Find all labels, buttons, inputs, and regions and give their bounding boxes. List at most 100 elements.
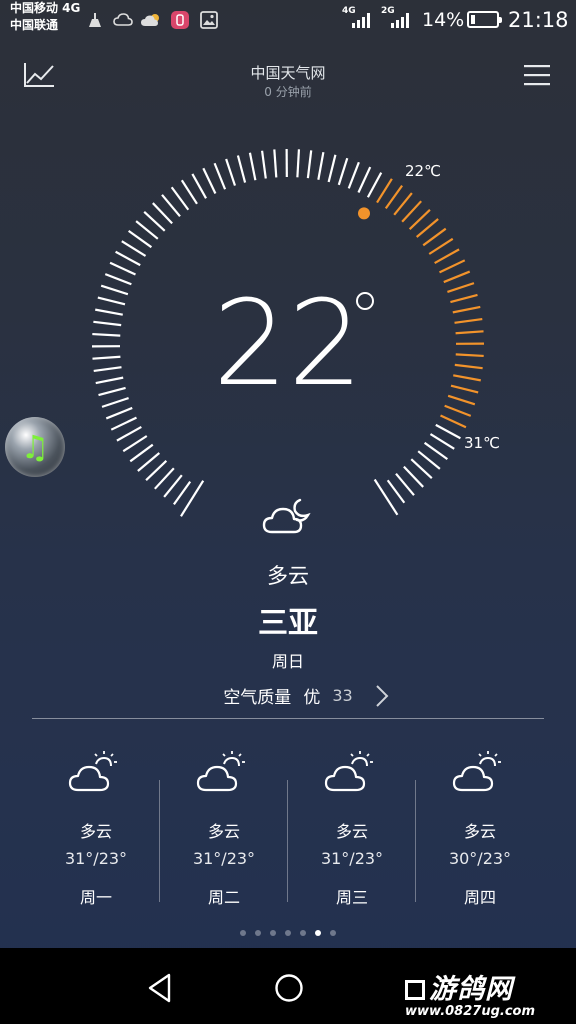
cloud-sun-icon xyxy=(196,751,245,792)
dial-tick xyxy=(180,179,198,205)
divider xyxy=(32,718,544,719)
back-button[interactable] xyxy=(138,966,182,1010)
dial-tick xyxy=(93,320,122,327)
dial-tick-range xyxy=(401,200,422,223)
hamburger-menu-icon[interactable] xyxy=(522,62,552,88)
forecast-day: 周一 xyxy=(79,888,112,907)
dial-tick xyxy=(273,149,278,178)
forecast-day-3[interactable]: 多云 31°/23° 周三 xyxy=(288,750,416,908)
dial-tick xyxy=(225,158,237,186)
cloud-sun-icon xyxy=(324,751,373,792)
forecast-condition: 多云 xyxy=(335,822,368,841)
dial-tick xyxy=(109,261,136,276)
trend-chart-icon[interactable] xyxy=(22,60,56,90)
forecast-day-2[interactable]: 多云 31°/23° 周二 xyxy=(160,750,288,908)
degree-symbol-icon xyxy=(356,292,374,310)
page-dot[interactable] xyxy=(240,930,246,936)
dial-tick xyxy=(423,441,449,460)
forecast-temps: 31°/23° xyxy=(320,849,384,868)
dial-tick-range xyxy=(447,394,476,406)
page-dot[interactable] xyxy=(270,930,276,936)
dial-tick xyxy=(191,173,207,199)
dial-tick xyxy=(95,308,123,316)
page-dot[interactable] xyxy=(300,930,306,936)
dial-tick xyxy=(180,480,205,517)
dial-tick-range xyxy=(376,178,393,204)
dial-tick-range xyxy=(428,237,454,255)
dial-tick xyxy=(127,230,153,249)
cloud-moon-icon xyxy=(260,494,320,538)
dial-tick xyxy=(122,435,148,453)
chevron-right-icon[interactable] xyxy=(372,682,392,710)
dial-tick xyxy=(213,162,227,190)
carrier-primary: 中国移动 4G xyxy=(10,1,81,15)
screenshot-icon xyxy=(198,9,220,31)
aqi-level: 优 xyxy=(303,688,321,708)
aqi-label: 空气质量 xyxy=(223,688,292,708)
dial-tick xyxy=(417,450,441,470)
status-clock: 21:18 xyxy=(508,8,569,32)
dial-tick xyxy=(373,478,399,516)
forecast-day-1[interactable]: 多云 31°/23° 周一 xyxy=(32,750,160,908)
home-button[interactable] xyxy=(267,966,311,1010)
dial-tick xyxy=(296,149,301,178)
update-time: 0 分钟前 xyxy=(264,85,312,99)
dial-tick-range xyxy=(439,259,466,274)
air-quality-row[interactable]: 空气质量 优 33 xyxy=(188,683,388,708)
recents-square-icon[interactable] xyxy=(405,980,425,1000)
dial-tick xyxy=(115,250,141,267)
current-temp-marker xyxy=(358,207,370,220)
dial-tick-range xyxy=(447,282,475,294)
dial-tick-range xyxy=(452,305,481,314)
dial-tick-range xyxy=(455,353,484,358)
carrier-secondary: 中国联通 xyxy=(10,18,59,32)
aqi-value: 33 xyxy=(332,686,353,705)
back-triangle-icon xyxy=(148,973,171,1003)
dial-tick xyxy=(110,416,137,431)
dial-tick xyxy=(129,443,154,463)
page-dot[interactable] xyxy=(315,930,321,936)
page-dot[interactable] xyxy=(285,930,291,936)
dial-tick-range xyxy=(450,384,479,394)
signal-strength-1-icon xyxy=(352,12,370,28)
floating-music-button[interactable]: ♫ xyxy=(5,417,65,477)
dial-tick xyxy=(137,452,161,472)
signal-strength-2-icon xyxy=(391,12,409,28)
page-dot[interactable] xyxy=(255,930,261,936)
dial-tick-range xyxy=(422,227,447,247)
dial-tick xyxy=(116,426,142,442)
dial-tick-range xyxy=(454,363,483,370)
dial-tick xyxy=(248,152,257,181)
dial-tick xyxy=(101,396,129,408)
watermark-text: 游鸽网 xyxy=(429,974,513,1005)
dial-tick xyxy=(435,423,461,440)
dial-tick xyxy=(105,406,133,420)
dial-tick xyxy=(260,150,267,179)
dial-tick xyxy=(121,240,147,257)
data-source-title: 中国天气网 xyxy=(250,64,326,82)
dial-tick-range xyxy=(453,374,481,382)
page-indicator[interactable] xyxy=(0,930,576,936)
forecast-temps: 30°/23° xyxy=(448,849,512,868)
dial-tick xyxy=(104,273,132,286)
dial-tick xyxy=(97,296,126,306)
weather-cloud-icon xyxy=(140,9,162,31)
dial-tick xyxy=(154,467,175,490)
dial-tick xyxy=(100,284,129,296)
dial-tick xyxy=(170,186,190,211)
dial-tick xyxy=(93,366,122,373)
dial-tick xyxy=(161,194,181,218)
city-name[interactable]: 三亚 xyxy=(188,598,388,642)
dial-tick xyxy=(337,157,349,186)
dial-tick xyxy=(163,474,183,498)
dial-tick xyxy=(395,472,415,496)
dial-tick xyxy=(95,376,124,385)
music-note-icon: ♫ xyxy=(20,428,50,466)
dial-tick-range xyxy=(434,248,460,264)
forecast-day: 周二 xyxy=(207,888,240,907)
forecast-day-4[interactable]: 多云 30°/23° 周四 xyxy=(416,750,544,908)
page-dot[interactable] xyxy=(330,930,336,936)
dial-tick-range xyxy=(393,192,413,216)
watermark-url: www.0827ug.com xyxy=(405,1004,535,1019)
cloud-sun-icon xyxy=(452,751,501,792)
